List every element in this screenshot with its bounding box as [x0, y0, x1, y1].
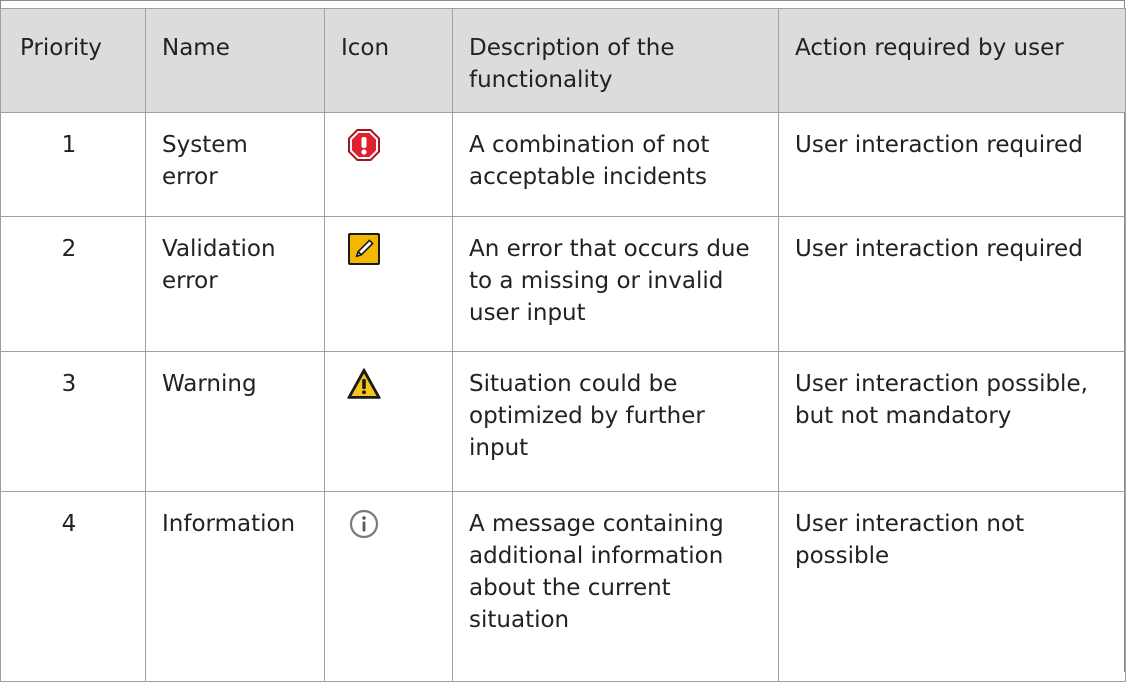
name-cell: Validation error: [145, 216, 325, 352]
priority-cell: 4: [0, 491, 146, 682]
priority-cell: 2: [0, 216, 146, 352]
table-header: Priority Name Icon Description of the fu…: [0, 8, 1126, 113]
system-error-icon: [347, 128, 381, 162]
description-cell: Situation could be optimized by further …: [452, 351, 779, 492]
icon-cell: [324, 112, 453, 217]
table-body: 1 System error A combination of not acce…: [0, 112, 1126, 682]
action-cell: User interaction not possible: [778, 491, 1126, 682]
message-priority-table: Priority Name Icon Description of the fu…: [0, 8, 1126, 682]
description-cell: A combination of not acceptable incident…: [452, 112, 779, 217]
table-row: 4 Information A message containing addit…: [0, 491, 1126, 682]
header-name: Name: [145, 8, 325, 113]
name-cell: System error: [145, 112, 325, 217]
name-cell: Warning: [145, 351, 325, 492]
action-cell: User interaction required: [778, 112, 1126, 217]
icon-cell: [324, 351, 453, 492]
header-action: Action required by user: [778, 8, 1126, 113]
table-row: 1 System error A combination of not acce…: [0, 112, 1126, 217]
header-row: Priority Name Icon Description of the fu…: [0, 8, 1126, 113]
description-cell: A message containing additional informat…: [452, 491, 779, 682]
table-row: 2 Validation error An error that occurs …: [0, 216, 1126, 352]
header-description: Description of the functionality: [452, 8, 779, 113]
table-row: 3 Warning Situation could be optimized b…: [0, 351, 1126, 492]
icon-cell: [324, 491, 453, 682]
action-cell: User interaction possible, but not manda…: [778, 351, 1126, 492]
icon-cell: [324, 216, 453, 352]
information-icon: [347, 507, 381, 541]
header-priority: Priority: [0, 8, 146, 113]
name-cell: Information: [145, 491, 325, 682]
priority-cell: 3: [0, 351, 146, 492]
validation-error-icon: [347, 232, 381, 266]
warning-icon: [347, 367, 381, 401]
action-cell: User interaction required: [778, 216, 1126, 352]
header-icon: Icon: [324, 8, 453, 113]
description-cell: An error that occurs due to a missing or…: [452, 216, 779, 352]
priority-cell: 1: [0, 112, 146, 217]
